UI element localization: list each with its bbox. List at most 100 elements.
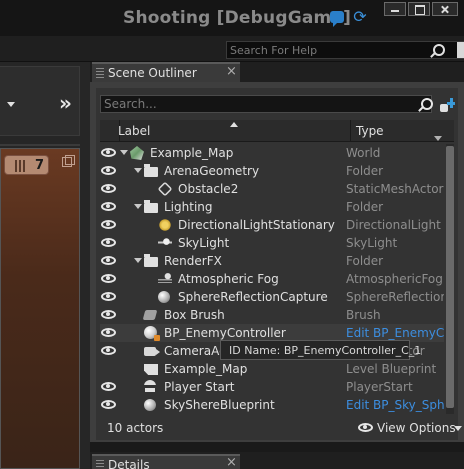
visibility-eye-icon[interactable] xyxy=(101,400,116,409)
visibility-eye-icon[interactable] xyxy=(101,256,116,265)
outliner-scrollbar[interactable] xyxy=(446,144,454,414)
help-search-edge xyxy=(457,42,464,58)
dropdown-arrow-icon[interactable] xyxy=(7,102,15,107)
row-type: PlayerStart xyxy=(346,380,413,394)
expand-arrow-icon[interactable] xyxy=(134,258,142,263)
row-type: SkyLight xyxy=(346,236,398,250)
visibility-eye-icon[interactable] xyxy=(101,184,116,193)
visibility-eye-icon[interactable] xyxy=(101,148,116,157)
column-separator[interactable] xyxy=(350,120,351,142)
row-label: SkyShereBlueprint xyxy=(164,398,275,412)
visibility-eye-icon[interactable] xyxy=(101,328,116,337)
id-name-tooltip: ID Name: BP_EnemyController_C_1 xyxy=(220,340,421,360)
row-label: Atmospheric Fog xyxy=(178,272,279,286)
tree-row[interactable]: ArenaGeometry Folder xyxy=(100,162,444,180)
tree-row[interactable]: Atmospheric Fog AtmosphericFog xyxy=(100,270,444,288)
row-label: BP_EnemyController xyxy=(164,326,286,340)
blueprint-icon xyxy=(144,326,160,341)
sort-ascending-icon[interactable] xyxy=(230,122,238,127)
help-search-input[interactable] xyxy=(230,43,420,57)
scene-outliner-panel: Label Type Example_Map World ArenaGeometry… xyxy=(90,82,464,442)
help-search-box[interactable] xyxy=(226,41,464,59)
tree-row[interactable]: SkyLight SkyLight xyxy=(100,234,444,252)
expand-chevron-icon[interactable]: » xyxy=(59,91,72,115)
sky-sphere-icon xyxy=(144,399,156,411)
tree-row[interactable]: SkyShereBlueprint Edit BP_Sky_Sph xyxy=(100,396,444,414)
window-title: Shooting [DebugGame] xyxy=(123,8,352,28)
add-actor-icon[interactable] xyxy=(440,96,456,112)
outliner-tree: Example_Map World ArenaGeometry Folder Obsta… xyxy=(100,144,444,414)
visibility-eye-icon[interactable] xyxy=(101,310,116,319)
edit-blueprint-link[interactable]: Edit BP_EnemyC xyxy=(346,326,444,340)
row-type: Brush xyxy=(346,308,381,322)
source-control-icon[interactable]: ⟳ xyxy=(351,8,369,26)
tree-row[interactable]: Example_Map Level Blueprint xyxy=(100,360,444,378)
tree-row[interactable]: Example_Map World xyxy=(100,144,444,162)
expand-arrow-icon[interactable] xyxy=(120,150,128,155)
grip-icon xyxy=(96,460,104,469)
edit-blueprint-link[interactable]: Edit BP_Sky_Sph xyxy=(346,398,444,412)
grip-icon xyxy=(96,68,104,78)
title-bar: Shooting [DebugGame] ⟳ xyxy=(0,0,464,36)
tree-row[interactable]: Lighting Folder xyxy=(100,198,444,216)
row-type: StaticMeshActor xyxy=(346,182,444,196)
tree-row[interactable]: Obstacle2 StaticMeshActor xyxy=(100,180,444,198)
minimize-button[interactable] xyxy=(384,2,406,16)
tab-label: Details xyxy=(108,458,150,469)
visibility-eye-icon[interactable] xyxy=(101,220,116,229)
search-icon[interactable] xyxy=(433,44,445,56)
eye-icon xyxy=(358,423,373,432)
tab-close-icon[interactable]: × xyxy=(226,64,237,79)
maximize-button[interactable] xyxy=(408,2,430,16)
directional-light-icon xyxy=(158,218,172,232)
tab-close-icon[interactable]: × xyxy=(226,455,237,469)
tree-row[interactable]: Box Brush Brush xyxy=(100,306,444,324)
tree-row[interactable]: SphereReflectionCapture SphereReflectionC xyxy=(100,288,444,306)
view-options-button[interactable]: View Options xyxy=(358,419,464,437)
row-label: Example_Map xyxy=(164,362,248,376)
row-label: Lighting xyxy=(164,200,213,214)
tab-label: Scene Outliner xyxy=(108,66,197,80)
visibility-eye-icon[interactable] xyxy=(101,382,116,391)
sky-light-icon xyxy=(158,236,172,250)
outliner-search-input[interactable] xyxy=(104,97,404,111)
sphere-reflection-icon xyxy=(158,291,170,303)
chat-icon[interactable] xyxy=(330,11,344,27)
label-column-header[interactable]: Label xyxy=(118,124,150,138)
expand-arrow-icon[interactable] xyxy=(134,168,142,173)
column-dropdown-icon[interactable] xyxy=(434,136,442,141)
viewport-options-button[interactable]: 7 xyxy=(4,155,49,175)
row-label: Obstacle2 xyxy=(178,182,239,196)
visibility-eye-icon[interactable] xyxy=(101,346,116,355)
row-label: SkyLight xyxy=(178,236,230,250)
panel-divider xyxy=(0,144,80,146)
visibility-eye-icon[interactable] xyxy=(101,166,116,175)
tree-row[interactable]: RenderFX Folder xyxy=(100,252,444,270)
row-label: Example_Map xyxy=(150,146,234,160)
visibility-eye-icon[interactable] xyxy=(101,202,116,211)
row-label: RenderFX xyxy=(164,254,222,268)
outliner-footer: 10 actors View Options xyxy=(96,416,464,440)
visibility-eye-icon[interactable] xyxy=(101,274,116,283)
tab-scene-outliner[interactable]: Scene Outliner × xyxy=(92,62,240,82)
search-icon[interactable] xyxy=(421,98,433,110)
outliner-tab-bar: Scene Outliner × xyxy=(90,62,464,82)
maximize-viewport-icon[interactable] xyxy=(62,155,75,167)
tree-row[interactable]: DirectionalLightStationary DirectionalLig… xyxy=(100,216,444,234)
row-label: Box Brush xyxy=(164,308,225,322)
close-button[interactable] xyxy=(432,2,458,16)
row-type: Folder xyxy=(346,200,384,214)
type-column-header[interactable]: Type xyxy=(356,124,384,138)
brush-icon xyxy=(142,310,158,320)
left-panel: » 7 xyxy=(0,62,90,469)
expand-arrow-icon[interactable] xyxy=(134,204,142,209)
outliner-search-box[interactable] xyxy=(100,95,433,113)
chevron-down-icon xyxy=(454,426,462,431)
visibility-eye-icon[interactable] xyxy=(101,292,116,301)
atmospheric-fog-icon xyxy=(158,272,172,286)
level-viewport[interactable]: 7 xyxy=(0,148,80,469)
visibility-eye-icon[interactable] xyxy=(101,238,116,247)
tab-details[interactable]: Details × xyxy=(92,454,240,469)
scrollbar-thumb[interactable] xyxy=(446,146,454,408)
tree-row[interactable]: Player Start PlayerStart xyxy=(100,378,444,396)
